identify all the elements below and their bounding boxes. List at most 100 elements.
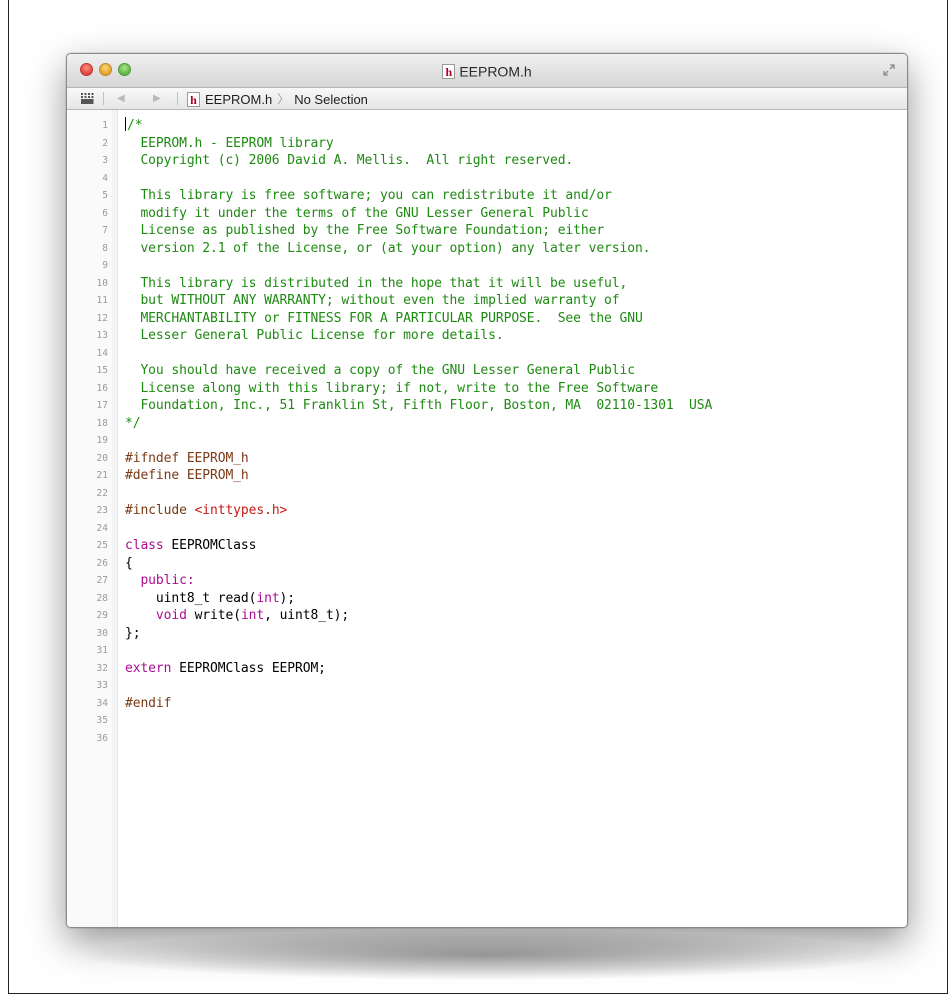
code-token: Lesser General Public License for more d… (125, 328, 504, 343)
forward-arrow-icon[interactable]: ▶ (153, 88, 161, 109)
editor-window: h EEPROM.h ◀ ▶ h EEPROM.h 〉 No Selection 123… (66, 53, 908, 928)
line-number-gutter: 1 2 3 4 5 6 7 8 9 10 11 12 13 14 15 16 17 18 19 20 21 22 23 24 2… (67, 110, 113, 927)
code-token: public: (125, 573, 195, 588)
code-line[interactable]: Foundation, Inc., 51 Franklin St, Fifth … (125, 397, 712, 415)
code-token: void (155, 608, 187, 623)
code-line[interactable]: MERCHANTABILITY or FITNESS FOR A PARTICU… (125, 310, 712, 328)
code-line[interactable]: /* (125, 117, 712, 135)
line-number: 12 (96, 312, 108, 324)
line-number: 20 (96, 452, 108, 464)
code-line[interactable]: This library is free software; you can r… (125, 187, 712, 205)
code-token: but WITHOUT ANY WARRANTY; without even t… (125, 293, 620, 308)
line-number: 32 (96, 662, 108, 674)
code-token: , uint8_t); (264, 608, 350, 623)
line-number: 30 (96, 627, 108, 639)
line-number: 21 (96, 470, 108, 481)
breadcrumb-selection[interactable]: No Selection (294, 92, 368, 107)
line-number: 16 (96, 382, 108, 394)
code-line[interactable] (125, 345, 712, 363)
code-token: You should have received a copy of the G… (125, 363, 635, 378)
code-line[interactable] (125, 432, 712, 450)
code-line[interactable] (125, 677, 712, 695)
code-token: EEPROM.h - EEPROM library (125, 135, 334, 151)
code-line[interactable]: #ifndef EEPROM_h (125, 450, 712, 468)
line-number: 24 (96, 522, 108, 534)
code-line[interactable]: class EEPROMClass (125, 537, 712, 555)
code-line[interactable] (125, 170, 712, 188)
code-line[interactable]: public: (125, 572, 712, 590)
code-token: EEPROMClass EEPROM; (171, 660, 326, 676)
code-text[interactable]: /* EEPROM.h - EEPROM library Copyright (… (125, 117, 712, 747)
line-number: 34 (96, 697, 108, 709)
code-line[interactable] (125, 485, 712, 503)
code-token: #endif (125, 695, 172, 711)
code-line[interactable]: version 2.1 of the License, or (at your … (125, 240, 712, 258)
code-line[interactable]: uint8_t read(int); (125, 590, 712, 608)
line-number: 26 (96, 557, 108, 569)
code-line[interactable]: but WITHOUT ANY WARRANTY; without even t… (125, 292, 712, 310)
code-line[interactable]: #define EEPROM_h (125, 467, 712, 485)
line-number: 1 (102, 120, 108, 131)
line-number: 8 (102, 242, 108, 254)
code-token: Foundation, Inc., 51 Franklin St, Fifth … (125, 398, 713, 413)
title-bar[interactable]: h EEPROM.h (67, 54, 907, 88)
code-token: write( (186, 608, 241, 623)
code-line[interactable]: }; (125, 625, 712, 643)
code-token: EEPROMClass (163, 538, 257, 553)
code-line[interactable] (125, 257, 712, 275)
code-line[interactable] (125, 520, 712, 538)
code-line[interactable]: */ (125, 415, 712, 433)
line-number: 5 (102, 190, 108, 201)
code-token: License as published by the Free Softwar… (125, 223, 605, 238)
code-folding-ribbon[interactable] (112, 110, 118, 927)
code-line[interactable]: void write(int, uint8_t); (125, 607, 712, 625)
code-line[interactable] (125, 730, 712, 748)
window-title: h EEPROM.h (67, 62, 907, 79)
code-line[interactable]: #include <inttypes.h> (125, 502, 712, 520)
code-line[interactable]: You should have received a copy of the G… (125, 362, 712, 380)
line-number: 25 (96, 540, 108, 551)
code-token: ); (279, 590, 296, 606)
code-line[interactable] (125, 712, 712, 730)
jump-bar: ◀ ▶ h EEPROM.h 〉 No Selection (67, 88, 907, 110)
code-token: License along with this library; if not,… (125, 380, 659, 396)
line-number: 35 (96, 715, 108, 726)
code-token: int (256, 590, 280, 606)
text-cursor (125, 117, 126, 131)
line-number: 22 (96, 487, 108, 499)
fullscreen-icon[interactable] (883, 64, 895, 76)
line-number: 17 (96, 400, 108, 411)
code-token: /* (127, 118, 143, 133)
code-token: #ifndef EEPROM_h (125, 450, 249, 466)
code-line[interactable]: Lesser General Public License for more d… (125, 327, 712, 345)
code-line[interactable]: #endif (125, 695, 712, 713)
line-number: 9 (102, 260, 108, 271)
line-number: 36 (96, 732, 108, 744)
code-line[interactable]: Copyright (c) 2006 David A. Mellis. All … (125, 152, 712, 170)
line-number: 13 (96, 330, 108, 341)
breadcrumb-file-icon: h (187, 92, 200, 108)
line-number: 3 (102, 155, 108, 166)
code-token: modify it under the terms of the GNU Les… (125, 205, 589, 221)
code-line[interactable]: This library is distributed in the hope … (125, 275, 712, 293)
line-number: 18 (96, 417, 108, 429)
code-line[interactable]: { (125, 555, 712, 573)
code-token: { (125, 555, 133, 571)
code-line[interactable]: modify it under the terms of the GNU Les… (125, 205, 712, 223)
chevron-right-icon: 〉 (277, 92, 290, 107)
code-line[interactable]: EEPROM.h - EEPROM library (125, 135, 712, 153)
back-arrow-icon[interactable]: ◀ (117, 88, 125, 109)
grid-icon[interactable] (81, 93, 94, 104)
code-token: #define EEPROM_h (125, 468, 249, 483)
code-editor[interactable]: 1 2 3 4 5 6 7 8 9 10 11 12 13 14 15 16 17 18 19 20 21 22 23 24 2… (67, 110, 907, 927)
code-line[interactable] (125, 642, 712, 660)
code-line[interactable]: License as published by the Free Softwar… (125, 222, 712, 240)
code-line[interactable]: extern EEPROMClass EEPROM; (125, 660, 712, 678)
code-token: This library is distributed in the hope … (125, 275, 628, 291)
code-token: */ (125, 415, 141, 431)
code-line[interactable]: License along with this library; if not,… (125, 380, 712, 398)
breadcrumb-file[interactable]: EEPROM.h (205, 92, 272, 107)
code-token: }; (125, 625, 141, 641)
code-token: extern (125, 660, 172, 676)
